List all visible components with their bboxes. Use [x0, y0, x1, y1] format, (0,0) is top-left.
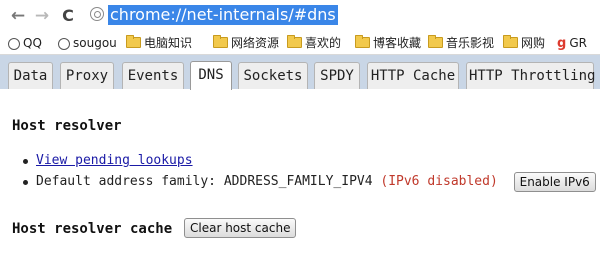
bookmark-sougou[interactable]: sougou	[58, 35, 117, 51]
tab-proxy[interactable]: Proxy	[60, 62, 114, 89]
host-resolver-heading: Host resolver	[12, 118, 122, 134]
bookmark-label: QQ	[23, 36, 42, 50]
bookmark-folder-blog-collection[interactable]: 博客收藏	[355, 35, 421, 51]
round-icon	[58, 37, 70, 50]
bookmark-label: sougou	[73, 36, 117, 50]
back-arrow-icon[interactable]: ←	[8, 6, 28, 26]
bookmark-label: 网购	[521, 36, 546, 50]
bookmark-folder-computer-knowledge[interactable]: 电脑知识	[126, 35, 192, 51]
folder-icon	[213, 35, 228, 48]
enable-ipv6-button[interactable]: Enable IPv6	[513, 172, 596, 192]
tab-events[interactable]: Events	[122, 62, 184, 89]
clear-host-cache-button[interactable]: Clear host cache	[184, 218, 297, 238]
folder-icon	[503, 35, 518, 48]
net-internals-tab-bar: Data Proxy Events DNS Sockets SPDY HTTP …	[0, 55, 600, 90]
bookmark-label: 电脑知识	[144, 36, 193, 50]
forward-arrow-icon[interactable]: →	[32, 6, 52, 26]
tab-data[interactable]: Data	[8, 62, 53, 89]
bookmark-label: 音乐影视	[446, 36, 495, 50]
bookmark-label: 喜欢的	[305, 36, 342, 50]
list-item: View pending lookups	[12, 151, 596, 172]
address-toolbar: ← → C chrome://net-internals/#dns	[0, 0, 600, 32]
bookmark-label: 网络资源	[231, 36, 280, 50]
host-resolver-cache-heading: Host resolver cache	[12, 221, 173, 237]
folder-icon	[287, 35, 302, 48]
reload-icon[interactable]: C	[58, 6, 78, 26]
address-bar[interactable]: chrome://net-internals/#dns	[86, 4, 592, 26]
bookmark-folder-music-video[interactable]: 音乐影视	[428, 35, 494, 51]
google-icon: g	[557, 35, 567, 51]
folder-icon	[126, 35, 141, 48]
folder-icon	[355, 35, 370, 48]
list-item: Default address family: ADDRESS_FAMILY_I…	[12, 172, 596, 193]
ipv6-status-text: (IPv6 disabled)	[380, 174, 498, 189]
bookmark-qq[interactable]: QQ	[8, 35, 42, 51]
bookmark-label: GR	[569, 36, 587, 50]
bookmark-google-reader[interactable]: g GR	[557, 35, 587, 51]
tab-dns[interactable]: DNS	[190, 61, 232, 90]
bookmark-folder-favorites[interactable]: 喜欢的	[287, 35, 341, 51]
round-icon	[8, 37, 20, 50]
bookmark-label: 博客收藏	[373, 36, 422, 50]
tab-http-cache[interactable]: HTTP Cache	[367, 62, 459, 89]
address-url[interactable]: chrome://net-internals/#dns	[108, 5, 338, 25]
page-info-icon[interactable]	[90, 7, 104, 21]
bookmarks-bar: QQ sougou 电脑知识 网络资源 喜欢的 博客收藏 音乐影视 网购 g GR	[0, 32, 600, 55]
dns-panel: Host resolver View pending lookups Defau…	[0, 89, 600, 265]
tab-spdy[interactable]: SPDY	[314, 62, 360, 89]
host-resolver-list: View pending lookups Default address fam…	[12, 151, 596, 193]
folder-icon	[428, 35, 443, 48]
tab-sockets[interactable]: Sockets	[238, 62, 308, 89]
tab-http-throttling[interactable]: HTTP Throttling	[466, 62, 595, 89]
bookmark-folder-shopping[interactable]: 网购	[503, 35, 545, 51]
bookmark-folder-network-resources[interactable]: 网络资源	[213, 35, 279, 51]
view-pending-lookups-link[interactable]: View pending lookups	[36, 153, 193, 168]
default-address-family-label: Default address family: ADDRESS_FAMILY_I…	[36, 174, 373, 189]
